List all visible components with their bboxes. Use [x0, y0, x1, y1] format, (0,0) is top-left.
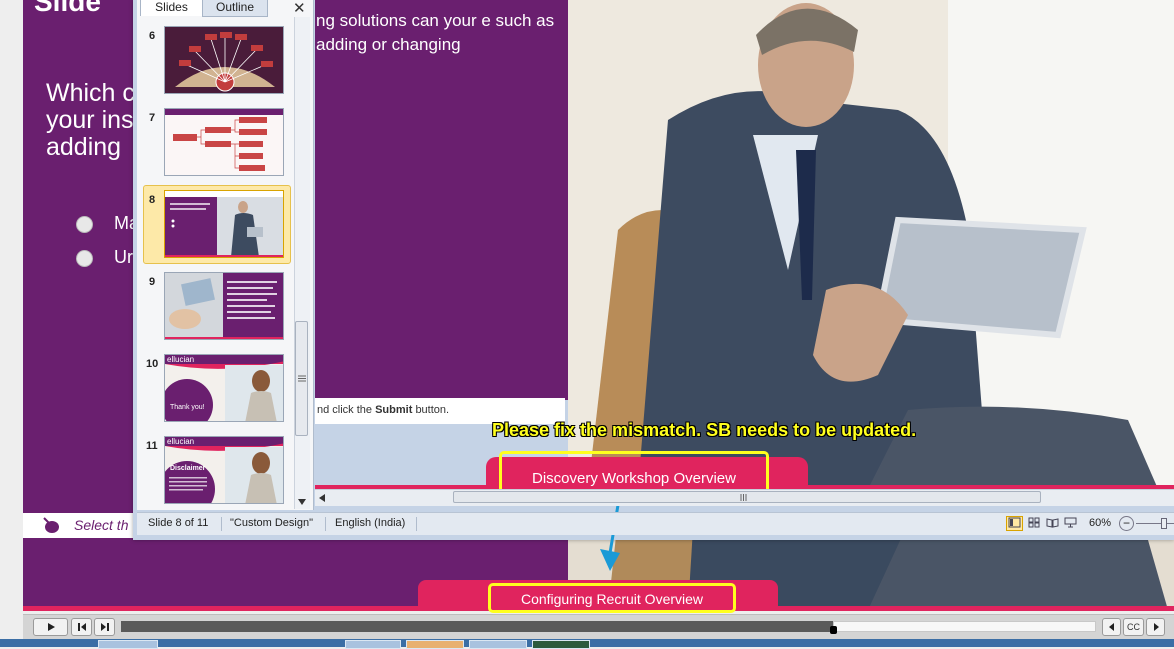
answer-label-2: Ur: [114, 247, 133, 267]
thumb7-diagram: [165, 109, 283, 171]
instruction-bold: Submit: [375, 404, 413, 416]
close-pane-icon[interactable]: ✕: [293, 0, 306, 17]
thumb11-caption: Disclaimer: [170, 465, 206, 472]
taskbar-item-4[interactable]: [469, 640, 527, 649]
reading-view-icon: [1046, 518, 1059, 528]
grip-icon: [740, 494, 747, 501]
thumb10-preview: [165, 355, 283, 421]
slide-number-11: 11: [146, 440, 158, 452]
slide-number-9: 9: [149, 276, 156, 288]
slide-thumbnail-8[interactable]: [164, 190, 284, 258]
status-bar: Slide 8 of 11 "Custom Design" English (I…: [137, 512, 1174, 535]
slideshow-button[interactable]: [1062, 516, 1079, 531]
slide-number-6: 6: [149, 30, 156, 42]
normal-view-button[interactable]: [1006, 516, 1023, 531]
back-button[interactable]: [1102, 618, 1121, 636]
instruction-bar: Select th: [23, 513, 138, 538]
editor-businessman-image: [568, 0, 1174, 489]
chevron-right-icon: [1153, 623, 1159, 631]
review-comment-text: Please fix the mismatch. SB needs to be …: [492, 420, 917, 440]
slide-thumbnail-6[interactable]: [164, 26, 284, 94]
thumb6-diagram: [175, 32, 275, 92]
reading-view-button[interactable]: [1044, 516, 1061, 531]
zoom-level[interactable]: 60%: [1089, 517, 1111, 529]
slide-number-7: 7: [149, 112, 156, 124]
zoom-out-button[interactable]: −: [1119, 516, 1134, 531]
slide-thumbnail-7[interactable]: [164, 108, 284, 176]
editor-slide-photo: [568, 0, 1174, 489]
slide-number-10: 10: [146, 358, 159, 370]
tab-slides[interactable]: Slides: [140, 0, 203, 16]
thumb10-caption: Thank you!: [170, 404, 205, 411]
slideshow-icon: [1064, 517, 1077, 528]
skip-forward-icon: [100, 623, 109, 631]
editor-instruction-text: nd click the Submit button.: [317, 404, 449, 416]
slide-thumbnail-10[interactable]: [164, 354, 284, 422]
previous-button[interactable]: [71, 618, 92, 636]
mouse-click-icon: [43, 517, 59, 533]
slide-sorter-icon: [1028, 517, 1040, 528]
answer-radio-1[interactable]: [76, 216, 93, 233]
progress-remaining[interactable]: [833, 621, 1096, 632]
normal-view-icon: [1008, 517, 1021, 528]
scroll-left-icon[interactable]: [318, 493, 326, 503]
taskbar-item-1[interactable]: [98, 640, 158, 649]
taskbar-item-2[interactable]: [345, 640, 401, 649]
taskbar-item-5[interactable]: [532, 640, 590, 649]
slide-title-fragment: Slide: [34, 0, 101, 17]
grip-icon: [298, 375, 306, 382]
instruction-suffix: button.: [415, 404, 450, 416]
thumb11-brand: ellucian: [167, 437, 195, 446]
play-icon: [47, 623, 55, 631]
theme-name: "Custom Design": [230, 517, 314, 529]
next-button[interactable]: [94, 618, 115, 636]
slide-number-8: 8: [149, 194, 156, 206]
closed-captions-button[interactable]: CC: [1123, 618, 1144, 636]
thumb10-brand: ellucian: [167, 355, 195, 364]
slide-sorter-button[interactable]: [1026, 516, 1043, 531]
scroll-down-icon[interactable]: [297, 498, 307, 506]
progress-played[interactable]: [121, 621, 833, 632]
answer-radio-2[interactable]: [76, 250, 93, 267]
vertical-scroll-thumb[interactable]: [295, 321, 308, 436]
thumb8-preview: [165, 191, 283, 257]
tab-outline[interactable]: Outline: [202, 0, 268, 17]
thumb9-preview: [165, 273, 283, 339]
zoom-slider-track[interactable]: [1136, 523, 1174, 524]
forward-button[interactable]: [1146, 618, 1165, 636]
instruction-fragment: Select th: [74, 517, 129, 533]
language-indicator[interactable]: English (India): [335, 517, 405, 529]
horizontal-scroll-thumb[interactable]: [453, 491, 1041, 503]
skip-back-icon: [77, 623, 86, 631]
slide-thumbnail-9[interactable]: [164, 272, 284, 340]
bottom-tab-label: Configuring Recruit Overview: [488, 583, 736, 613]
editor-body-text[interactable]: ng solutions can your e such as adding o…: [316, 9, 566, 57]
editor-slide-purple: [315, 0, 568, 400]
progress-scrubber-handle[interactable]: [830, 626, 837, 634]
taskbar-item-3[interactable]: [406, 640, 464, 649]
chevron-left-icon: [1108, 623, 1114, 631]
instruction-prefix: nd click the: [317, 404, 373, 416]
play-button[interactable]: [33, 618, 68, 636]
slide-position: Slide 8 of 11: [148, 517, 209, 529]
zoom-slider-handle[interactable]: [1161, 518, 1167, 529]
